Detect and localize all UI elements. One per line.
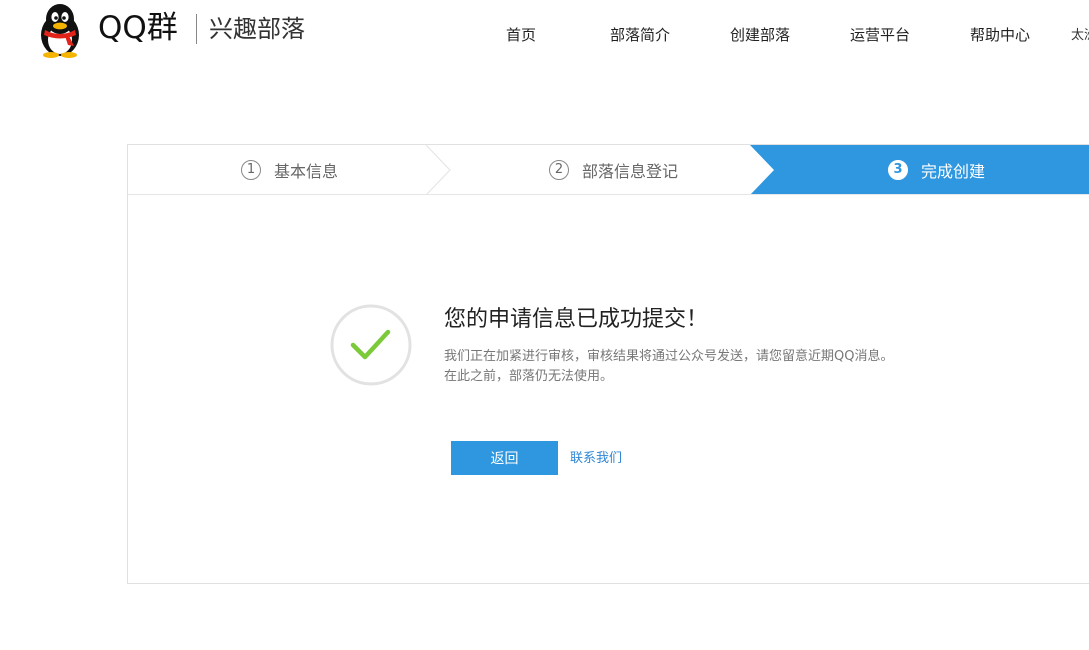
success-title: 您的申请信息已成功提交！ — [444, 307, 709, 332]
nav-item-operations[interactable]: 运营平台 — [850, 24, 910, 46]
step-label: 完成创建 — [921, 162, 986, 181]
back-button[interactable]: 返回 — [451, 441, 558, 475]
success-description: 我们正在加紧进行审核，审核结果将通过公众号发送，请您留意近期QQ消息。 在此之前… — [444, 347, 910, 387]
nav-item-overflow[interactable]: 太洲 — [1071, 24, 1089, 48]
nav-item-intro[interactable]: 部落简介 — [610, 24, 670, 46]
step-tribe-registration: 2 部落信息登记 — [549, 145, 679, 194]
step-number: 1 — [241, 160, 261, 180]
step-complete: 3 完成创建 — [888, 145, 986, 194]
step-number: 3 — [888, 160, 908, 180]
step-basic-info: 1 基本信息 — [241, 145, 339, 194]
checkmark-icon — [330, 304, 412, 386]
description-line: 在此之前，部落仍无法使用。 — [444, 369, 614, 384]
description-line: 我们正在加紧进行审核，审核结果将通过公众号发送，请您留意近期QQ消息。 — [444, 349, 894, 364]
step-label: 基本信息 — [274, 162, 339, 181]
top-nav: 首页 部落简介 创建部落 运营平台 帮助中心 — [0, 24, 1089, 46]
contact-us-link[interactable]: 联系我们 — [570, 449, 622, 469]
nav-item-create[interactable]: 创建部落 — [730, 24, 790, 46]
step-label: 部落信息登记 — [582, 162, 679, 181]
site-header: QQ群 兴趣部落 首页 部落简介 创建部落 运营平台 帮助中心 太洲 — [0, 0, 1089, 70]
step-number: 2 — [549, 160, 569, 180]
nav-item-home[interactable]: 首页 — [506, 24, 536, 46]
nav-item-help[interactable]: 帮助中心 — [970, 24, 1030, 46]
progress-steps: 1 基本信息 2 部落信息登记 3 完成创建 — [128, 145, 1089, 195]
